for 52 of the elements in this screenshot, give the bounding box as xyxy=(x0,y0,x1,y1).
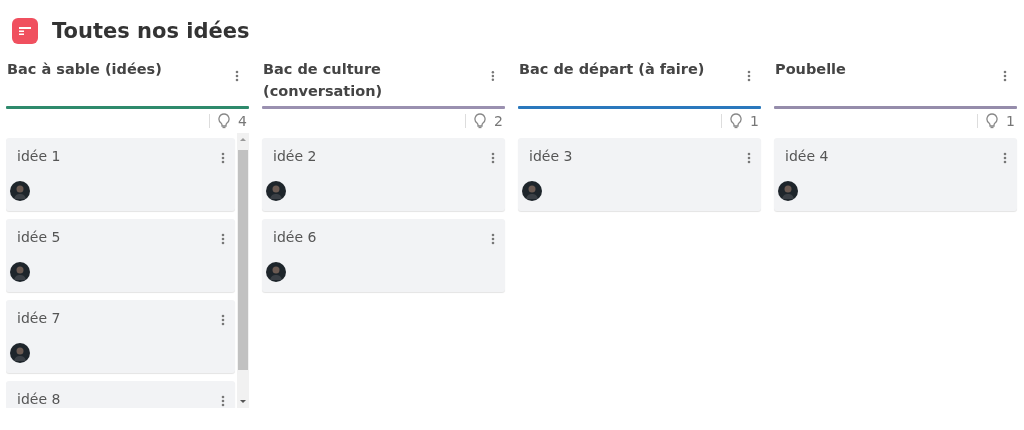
card-title: idée 7 xyxy=(17,310,61,326)
more-icon[interactable] xyxy=(491,70,495,82)
scroll-up-icon[interactable] xyxy=(239,136,247,142)
avatar-icon xyxy=(266,262,286,282)
avatar-icon xyxy=(10,181,30,201)
more-icon[interactable] xyxy=(221,314,225,326)
idea-count: 2 xyxy=(494,113,503,129)
card-title: idée 1 xyxy=(17,148,61,164)
lightbulb-icon xyxy=(474,113,487,129)
idea-count: 4 xyxy=(238,113,247,129)
card-title: idée 4 xyxy=(785,148,829,164)
more-icon[interactable] xyxy=(491,233,495,245)
more-icon[interactable] xyxy=(747,70,751,82)
scrollbar[interactable] xyxy=(237,133,249,408)
card-title: idée 2 xyxy=(273,148,317,164)
column-title: Bac de départ (à faire) xyxy=(519,60,705,79)
column-title: Poubelle xyxy=(775,60,846,79)
column-title: Bac à sable (idées) xyxy=(7,60,162,79)
more-icon[interactable] xyxy=(221,395,225,407)
more-icon[interactable] xyxy=(491,152,495,164)
idea-card[interactable]: idée 4 xyxy=(774,138,1017,211)
idea-count: 1 xyxy=(750,113,759,129)
avatar-icon xyxy=(778,181,798,201)
lightbulb-icon xyxy=(986,113,999,129)
idea-card[interactable]: idée 5 xyxy=(6,219,235,292)
card-title: idée 5 xyxy=(17,229,61,245)
idea-card[interactable]: idée 3 xyxy=(518,138,761,211)
idea-card[interactable]: idée 8 xyxy=(6,381,235,408)
card-title: idée 6 xyxy=(273,229,317,245)
avatar-icon xyxy=(266,181,286,201)
avatar-icon xyxy=(522,181,542,201)
more-icon[interactable] xyxy=(1003,70,1007,82)
idea-card[interactable]: idée 1 xyxy=(6,138,235,211)
card-title: idée 3 xyxy=(529,148,573,164)
avatar-icon xyxy=(10,262,30,282)
column-title: Bac de culture (conversation) xyxy=(263,60,384,101)
more-icon[interactable] xyxy=(221,233,225,245)
idea-card[interactable]: idée 6 xyxy=(262,219,505,292)
page-title: Toutes nos idées xyxy=(52,19,250,43)
more-icon[interactable] xyxy=(235,70,239,82)
lightbulb-icon xyxy=(730,113,743,129)
more-icon[interactable] xyxy=(1003,152,1007,164)
scroll-down-icon[interactable] xyxy=(239,399,247,405)
more-icon[interactable] xyxy=(747,152,751,164)
card-title: idée 8 xyxy=(17,391,61,407)
avatar-icon xyxy=(10,343,30,363)
idea-count: 1 xyxy=(1006,113,1015,129)
lightbulb-icon xyxy=(218,113,231,129)
idea-card[interactable]: idée 7 xyxy=(6,300,235,373)
idea-card[interactable]: idée 2 xyxy=(262,138,505,211)
app-logo-icon xyxy=(12,18,38,44)
more-icon[interactable] xyxy=(221,152,225,164)
